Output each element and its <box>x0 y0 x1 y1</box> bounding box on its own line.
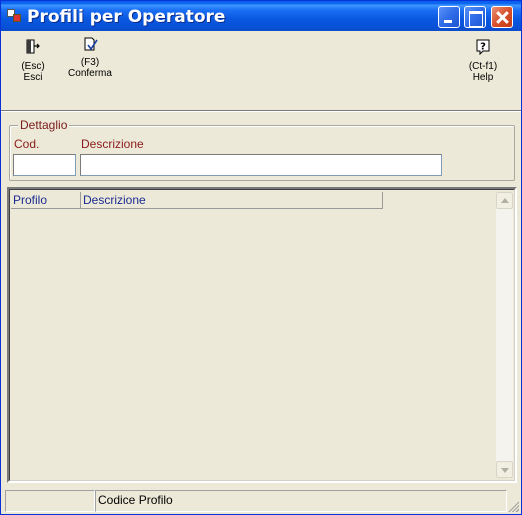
title-bar[interactable]: Profili per Operatore <box>1 1 521 31</box>
close-button[interactable] <box>491 6 513 28</box>
arrow-down-icon <box>501 468 509 473</box>
grid-body[interactable]: Profilo Descrizione <box>9 189 515 481</box>
column-header-descrizione[interactable]: Descrizione <box>81 192 383 209</box>
window-title: Profili per Operatore <box>27 7 226 27</box>
toolbar: (Esc) Esci (F3) Conferma ? (Ct-f1) Help <box>1 31 521 112</box>
scroll-up-button[interactable] <box>496 192 513 209</box>
dettaglio-title: Dettaglio <box>18 118 70 132</box>
status-bar: Codice Profilo <box>1 488 521 514</box>
exit-door-icon <box>26 39 40 54</box>
arrow-up-icon <box>501 198 509 203</box>
descrizione-input[interactable] <box>80 154 442 176</box>
vertical-scrollbar[interactable] <box>496 192 513 478</box>
help-button[interactable]: ? (Ct-f1) Help <box>463 37 503 83</box>
cod-input[interactable] <box>13 154 76 176</box>
conferma-button[interactable]: (F3) Conferma <box>63 35 117 79</box>
esci-label: Esci <box>23 72 43 83</box>
profili-window: Profili per Operatore (Esc) Esci (F3) Co… <box>0 0 522 515</box>
conferma-label: Conferma <box>68 68 112 79</box>
help-question-icon: ? <box>476 39 490 55</box>
scroll-down-button[interactable] <box>496 461 513 478</box>
column-header-profilo[interactable]: Profilo <box>11 192 81 209</box>
help-label: Help <box>472 72 494 83</box>
esci-shortcut: (Esc) <box>21 61 45 72</box>
status-panel-2: Codice Profilo <box>95 490 507 512</box>
confirm-check-icon <box>84 37 98 51</box>
conferma-shortcut: (F3) <box>80 57 100 68</box>
cod-label: Cod. <box>14 137 40 151</box>
svg-text:?: ? <box>480 42 486 53</box>
maximize-button[interactable] <box>464 6 486 28</box>
dettaglio-group: Dettaglio Cod. Descrizione <box>9 118 515 181</box>
help-shortcut: (Ct-f1) <box>468 61 498 72</box>
resize-grip-icon[interactable] <box>507 500 519 512</box>
app-icon[interactable] <box>7 9 22 23</box>
esci-button[interactable]: (Esc) Esci <box>13 37 53 83</box>
minimize-button[interactable] <box>438 6 460 28</box>
descrizione-label: Descrizione <box>81 137 144 151</box>
status-panel-1 <box>5 490 95 512</box>
profili-grid[interactable]: Profilo Descrizione <box>7 187 517 483</box>
